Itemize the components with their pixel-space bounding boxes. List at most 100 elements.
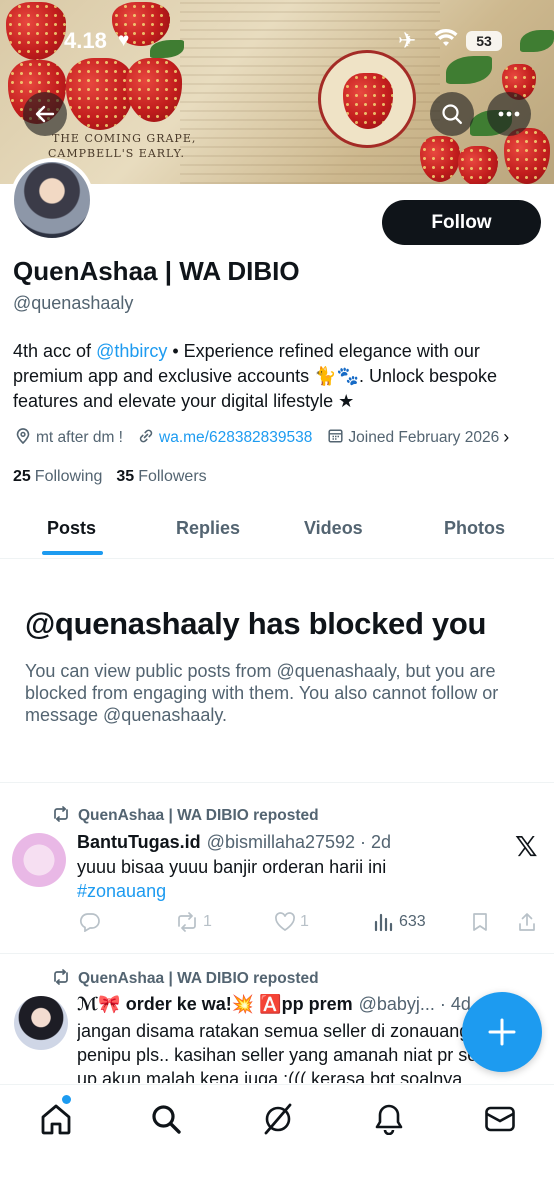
status-bar: 4.18 ♥ ✈ 53 [0,28,554,58]
post-text: jangan disama ratakan semua seller di zo… [77,1021,483,1083]
post-actions: 1 1 633 [77,912,537,936]
reply-icon [79,913,100,932]
following-stat[interactable]: 25 Following [13,468,102,486]
views-chart-icon [374,913,393,932]
heart-outline-icon [275,912,295,932]
banner-caption: CAMPBELL'S EARLY. [48,147,186,160]
nav-search[interactable] [146,1099,186,1139]
tab-replies[interactable]: Replies [176,518,240,539]
search-icon [442,104,462,124]
active-tab-indicator [42,551,103,555]
link-icon [137,428,155,448]
profile-bio: 4th acc of @thbircy • Experience refined… [13,339,543,414]
strawberry-illustration [458,146,498,184]
hashtag-link[interactable]: #zonauang [77,879,497,903]
tab-videos[interactable]: Videos [304,518,363,539]
wifi-icon [434,28,458,54]
share-icon [519,913,535,931]
mail-icon [485,1106,515,1132]
bookmark-icon [473,913,487,931]
repost-indicator: QuenAshaa | WA DIBIO reposted [52,806,319,826]
divider [0,782,554,783]
like-count: 1 [300,913,309,930]
blocked-description: You can view public posts from @quenasha… [25,661,499,725]
repost-indicator: QuenAshaa | WA DIBIO reposted [52,969,319,989]
battery-indicator: 53 [466,31,502,51]
following-count: 25 [13,468,31,485]
followers-label: Followers [138,468,207,485]
views-count: 633 [399,913,426,930]
search-button[interactable] [430,92,474,136]
website-link[interactable]: wa.me/628382839538 [159,429,312,447]
repost-count: 1 [203,913,212,930]
post-text-line: yuuu bisaa yuuu banjir orderan harii ini [77,857,387,877]
tab-photos[interactable]: Photos [444,518,505,539]
views-button[interactable]: 633 [373,912,426,932]
follow-button[interactable]: Follow [382,200,541,245]
joined-text: Joined February 2026 [348,428,500,446]
home-icon [41,1104,71,1135]
followers-count: 35 [116,468,135,485]
repost-label: QuenAshaa | WA DIBIO reposted [78,970,319,987]
repost-icon [52,806,70,826]
post-handle-time: @babyj... · 4d [358,994,471,1014]
compose-button[interactable] [462,992,542,1072]
like-button[interactable]: 1 [274,912,309,932]
post-header: ℳ🎀 order ke wa!💥 🅰️pp prem @babyj... · 4… [77,994,471,1015]
nav-messages[interactable] [480,1099,520,1139]
repost-button[interactable]: 1 [175,912,212,932]
nav-grok[interactable] [258,1099,298,1139]
notification-dot [62,1095,71,1104]
bell-icon [375,1104,403,1135]
chevron-right-icon[interactable]: › [503,427,509,448]
joined-item: Joined February 2026 › [326,427,509,448]
status-time: 4.18 [64,28,107,53]
share-button[interactable] [517,912,537,932]
back-button[interactable] [23,92,67,136]
bottom-nav [0,1084,554,1200]
post-author-avatar[interactable] [12,833,66,887]
calendar-icon [326,428,344,447]
x-logo-icon: 𝕏 [515,830,538,863]
location-item: mt after dm ! [14,427,123,448]
location-text: mt after dm ! [36,428,123,446]
display-name: QuenAshaa | WA DIBIO [13,256,300,286]
followers-stat[interactable]: 35 Followers [116,468,206,486]
search-icon [152,1105,181,1134]
strawberry-illustration [420,136,460,182]
heart-icon: ♥ [118,30,130,51]
following-label: Following [34,468,103,485]
nav-notifications[interactable] [369,1099,409,1139]
strawberry-illustration [343,73,393,129]
profile-meta: mt after dm ! wa.me/628382839538 Joined … [14,427,523,448]
profile-handle: @quenashaaly [13,293,134,313]
post-text: yuuu bisaa yuuu banjir orderan harii ini… [77,855,497,903]
more-dots-icon [498,111,520,117]
post-author-name[interactable]: ℳ🎀 order ke wa!💥 🅰️pp prem [77,994,353,1015]
blocked-title: @quenashaaly has blocked you [25,606,487,641]
reply-button[interactable] [79,912,101,932]
more-options-button[interactable] [487,92,531,136]
strawberry-illustration [66,58,134,130]
airplane-icon: ✈ [398,28,417,53]
bookmark-button[interactable] [471,912,489,932]
follow-stats: 25 Following 35 Followers [13,468,221,486]
post-header: BantuTugas.id @bismillaha27592 · 2d [77,832,391,853]
bio-text: 4th acc of [13,341,97,361]
nav-home[interactable] [36,1099,76,1139]
banner-caption: THE COMING GRAPE, [52,132,197,145]
website-item[interactable]: wa.me/628382839538 [137,428,312,448]
tab-posts[interactable]: Posts [47,518,96,539]
repost-icon [52,969,70,989]
profile-avatar[interactable] [10,158,94,242]
divider [0,953,554,954]
location-pin-icon [14,427,32,448]
leaf-illustration [446,56,492,84]
strawberry-illustration [504,128,550,184]
post-author-avatar[interactable] [14,996,68,1050]
bio-mention-link[interactable]: @thbircy [96,341,167,361]
arrow-left-icon [35,105,55,123]
repost-label: QuenAshaa | WA DIBIO reposted [78,807,319,824]
post-author-name[interactable]: BantuTugas.id [77,832,201,853]
post-handle-time: @bismillaha27592 · 2d [206,832,392,852]
